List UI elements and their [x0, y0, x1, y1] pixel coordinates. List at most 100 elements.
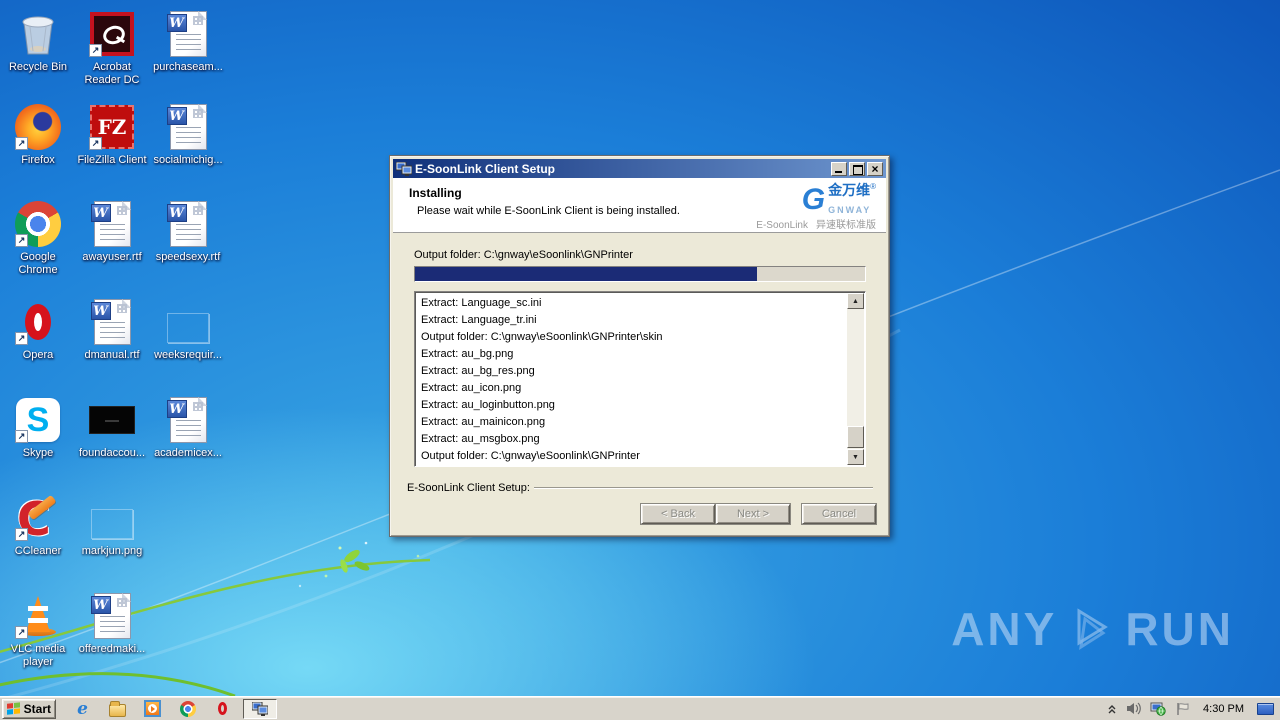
- chrome-quicklaunch-icon[interactable]: [179, 700, 196, 717]
- log-line: Output folder: C:\gnway\eSoonlink\GNPrin…: [421, 331, 663, 343]
- ccleaner-icon: C: [14, 492, 62, 546]
- desktop-icon-firefox[interactable]: Firefox: [0, 103, 76, 167]
- shortcut-arrow-icon: [89, 44, 102, 57]
- broken-image-icon: [164, 298, 212, 346]
- desktop-icon-acrobat[interactable]: Acrobat Reader DC: [74, 10, 150, 87]
- chevron-up-icon[interactable]: [1107, 703, 1117, 715]
- desktop-icon-opera[interactable]: Opera: [0, 298, 76, 362]
- setup-app-icon: [396, 161, 412, 176]
- log-line: Extract: au_bg_res.png: [421, 365, 535, 377]
- brand-name-cn: 金万维: [828, 182, 871, 198]
- desktop-icon-markjun[interactable]: markjun.png: [74, 494, 150, 558]
- progress-bar: [414, 266, 866, 282]
- desktop-icon-label: awayuser.rtf: [82, 251, 142, 263]
- desktop-icon-offeredmaki[interactable]: W offeredmaki...: [74, 592, 150, 656]
- maximize-button[interactable]: [849, 161, 865, 176]
- close-button[interactable]: [867, 161, 883, 176]
- desktop-icon-label: Google Chrome: [18, 251, 58, 276]
- recycle-bin-icon: [14, 10, 62, 58]
- next-button[interactable]: Next >: [716, 504, 790, 524]
- start-button[interactable]: Start: [2, 698, 56, 719]
- back-button[interactable]: < Back: [641, 504, 715, 524]
- desktop-icon-recycle-bin[interactable]: Recycle Bin: [0, 10, 76, 74]
- internet-explorer-icon[interactable]: e: [74, 699, 91, 719]
- desktop-icon-label: FileZilla Client: [77, 154, 147, 166]
- desktop-icon-label: foundaccou...: [78, 447, 146, 459]
- explorer-folder-icon[interactable]: [109, 700, 126, 717]
- broken-image-icon: [88, 494, 136, 542]
- word-document-icon: W: [88, 298, 136, 346]
- minimize-button[interactable]: [831, 161, 847, 176]
- desktop-icon-filezilla[interactable]: FZ FileZilla Client: [74, 103, 150, 167]
- word-document-icon: W: [88, 592, 136, 640]
- desktop-icon-foundaccou[interactable]: foundaccou...: [74, 396, 150, 460]
- log-line: Extract: au_bg.png: [421, 348, 514, 360]
- desktop-icon-ccleaner[interactable]: C CCleaner: [0, 492, 76, 558]
- desktop-icon-skype[interactable]: S Skype: [0, 396, 76, 460]
- desktop-icon-label: Acrobat Reader DC: [84, 61, 140, 86]
- log-line: Extract: Language_tr.ini: [421, 314, 537, 326]
- desktop-icon-socialmichig[interactable]: W socialmichig...: [150, 103, 226, 167]
- shortcut-arrow-icon: [89, 137, 102, 150]
- vlc-icon: [14, 592, 62, 640]
- desktop-icon-label: purchaseam...: [153, 61, 223, 73]
- progress-fill: [415, 267, 757, 281]
- cancel-button[interactable]: Cancel: [802, 504, 876, 524]
- desktop-icon-google-chrome[interactable]: Google Chrome: [0, 200, 76, 277]
- desktop-icon-label: socialmichig...: [153, 154, 223, 166]
- taskbar-clock[interactable]: 4:30 PM: [1203, 703, 1244, 715]
- vertical-scrollbar[interactable]: [847, 293, 864, 465]
- desktop-icon-label: Opera: [22, 349, 54, 361]
- desktop-icon-purchaseam[interactable]: W purchaseam...: [150, 10, 226, 74]
- install-log-list[interactable]: Extract: Language_sc.ini Extract: Langua…: [414, 291, 866, 467]
- shortcut-arrow-icon: [15, 528, 28, 541]
- quick-launch-bar: e: [74, 699, 231, 719]
- registered-mark: ®: [870, 182, 876, 191]
- task-button-installer[interactable]: [243, 698, 277, 719]
- desktop-icon-label: academicex...: [154, 447, 222, 459]
- flag-icon[interactable]: [1175, 702, 1190, 716]
- anyrun-logo-icon: [1077, 608, 1109, 651]
- network-update-icon[interactable]: [1150, 702, 1166, 716]
- groupbox-rule: [533, 487, 873, 489]
- start-button-label: Start: [23, 701, 51, 716]
- word-document-icon: W: [164, 200, 212, 248]
- scrollbar-thumb[interactable]: [847, 426, 864, 448]
- desktop-icon-speedsexy[interactable]: W speedsexy.rtf: [150, 200, 226, 264]
- desktop-icon-dmanual[interactable]: W dmanual.rtf: [74, 298, 150, 362]
- brand-product: E-SoonLink: [756, 220, 808, 231]
- volume-icon[interactable]: [1126, 702, 1141, 715]
- desktop-icon-label: speedsexy.rtf: [155, 251, 221, 263]
- filezilla-icon: FZ: [88, 103, 136, 151]
- opera-quicklaunch-icon[interactable]: [214, 700, 231, 717]
- brand-edition: 异速联标准版: [816, 220, 876, 231]
- desktop-icon-label: CCleaner: [14, 545, 62, 557]
- watermark-text-run: RUN: [1125, 603, 1234, 655]
- installer-header: Installing Please wait while E-SoonLink …: [393, 178, 886, 233]
- gnway-brand: G 金万维® GNWAY: [802, 182, 876, 218]
- display-icon[interactable]: [1257, 702, 1274, 715]
- taskbar: Start e 4:30 PM: [0, 696, 1280, 720]
- desktop-icon-vlc[interactable]: VLC media player: [0, 592, 76, 669]
- media-player-icon[interactable]: [144, 700, 161, 717]
- word-document-icon: W: [164, 10, 212, 58]
- desktop-icon-label: VLC media player: [10, 643, 66, 668]
- scroll-down-button[interactable]: [847, 449, 864, 465]
- desktop-icon-label: weeksrequir...: [154, 349, 222, 361]
- scroll-up-button[interactable]: [847, 293, 864, 309]
- groupbox: E-SoonLink Client Setup:: [407, 482, 873, 494]
- video-thumbnail-icon: [88, 396, 136, 444]
- desktop-icon-label: markjun.png: [81, 545, 143, 557]
- desktop-icon-awayuser[interactable]: W awayuser.rtf: [74, 200, 150, 264]
- firefox-icon: [14, 103, 62, 151]
- log-line: Extract: au_msgbox.png: [421, 433, 540, 445]
- desktop-icon-weeksrequir[interactable]: weeksrequir...: [150, 298, 226, 362]
- window-title: E-SoonLink Client Setup: [415, 161, 555, 176]
- desktop-icon-academicex[interactable]: W academicex...: [150, 396, 226, 460]
- window-titlebar[interactable]: E-SoonLink Client Setup: [393, 159, 886, 178]
- brand-name-en: GNWAY: [828, 205, 872, 215]
- desktop-icon-label: Skype: [22, 447, 54, 459]
- shortcut-arrow-icon: [15, 137, 28, 150]
- anyrun-watermark: ANY RUN: [951, 602, 1234, 656]
- log-line: Extract: au_icon.png: [421, 382, 522, 394]
